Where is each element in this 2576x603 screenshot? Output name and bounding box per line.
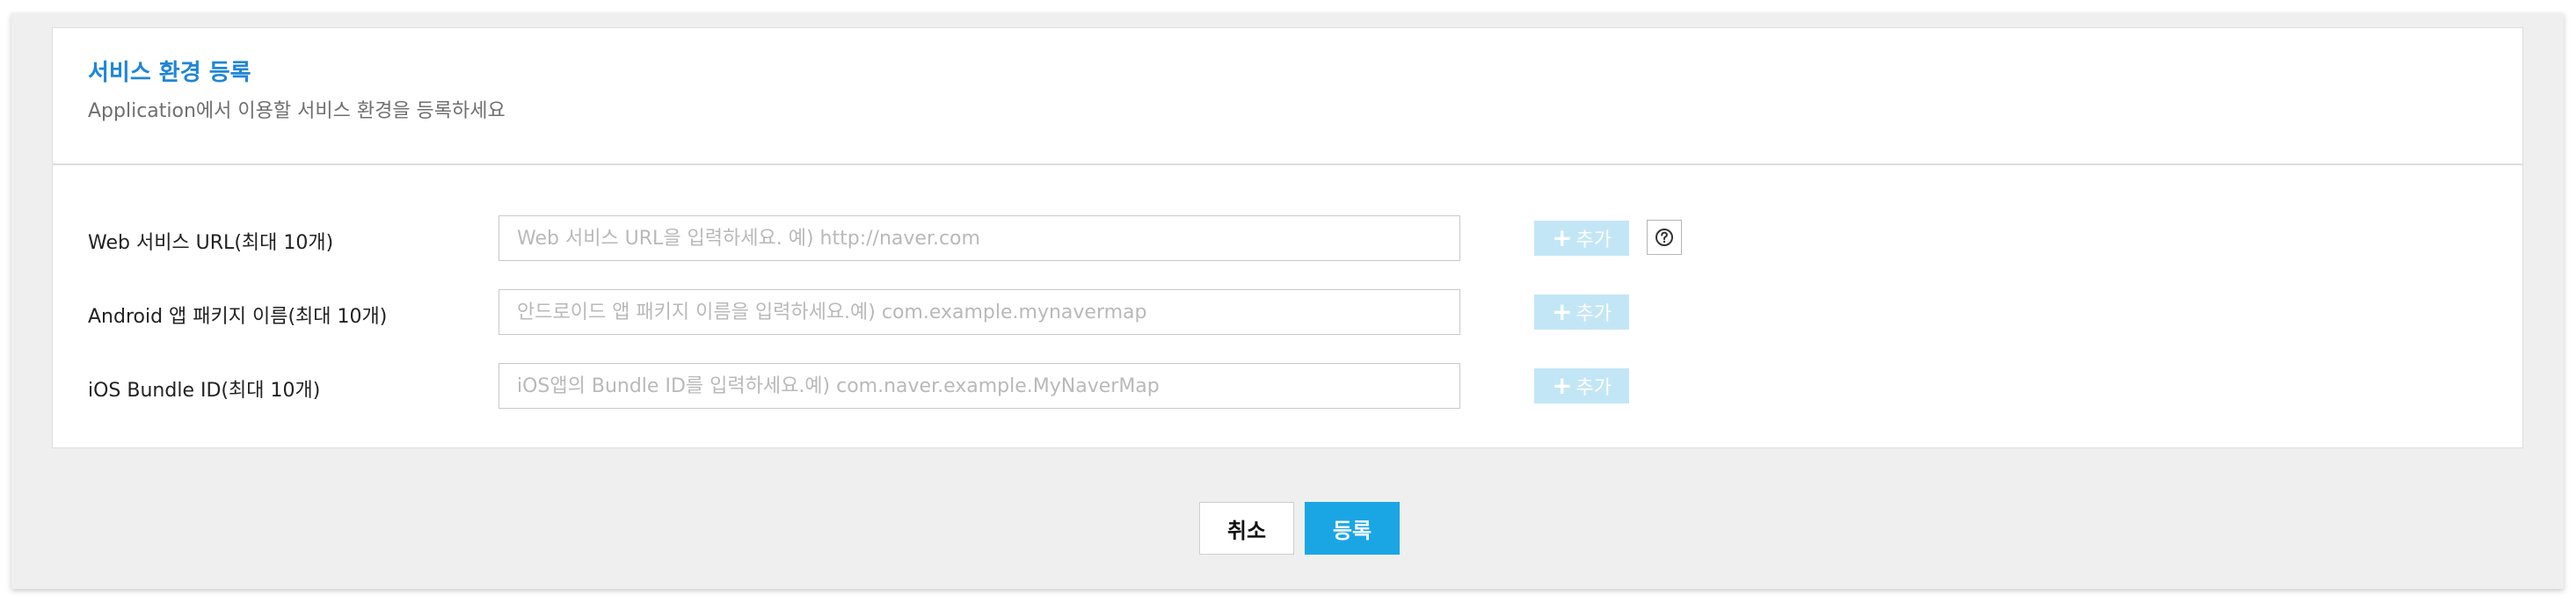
- web-url-help-button[interactable]: [1647, 220, 1682, 255]
- android-package-input[interactable]: [498, 289, 1460, 335]
- ios-bundle-input[interactable]: [498, 363, 1460, 409]
- add-button-label: 추가: [1575, 377, 1612, 399]
- web-url-label: Web 서비스 URL(최대 10개): [88, 232, 334, 254]
- add-web-url-button[interactable]: + 추가: [1534, 221, 1629, 256]
- service-environment-card: 서비스 환경 등록 Application에서 이용할 서비스 환경을 등록하세…: [52, 27, 2523, 448]
- android-package-row: Android 앱 패키지 이름(최대 10개) + 추가: [53, 289, 2522, 335]
- cancel-button[interactable]: 취소: [1199, 502, 1294, 555]
- add-button-label: 추가: [1575, 303, 1612, 325]
- section-title: 서비스 환경 등록: [88, 60, 251, 86]
- section-subtitle: Application에서 이용할 서비스 환경을 등록하세요: [88, 100, 506, 122]
- android-package-label: Android 앱 패키지 이름(최대 10개): [88, 306, 388, 328]
- ios-bundle-row: iOS Bundle ID(최대 10개) + 추가: [53, 363, 2522, 409]
- web-url-row: Web 서비스 URL(최대 10개) + 추가: [53, 215, 2522, 261]
- plus-icon: +: [1552, 297, 1573, 326]
- add-ios-bundle-button[interactable]: + 추가: [1534, 368, 1629, 403]
- ios-bundle-label: iOS Bundle ID(최대 10개): [88, 380, 321, 402]
- plus-icon: +: [1552, 223, 1573, 252]
- web-url-input[interactable]: [498, 215, 1460, 261]
- card-header: 서비스 환경 등록 Application에서 이용할 서비스 환경을 등록하세…: [53, 28, 2522, 165]
- add-button-label: 추가: [1575, 229, 1612, 251]
- form-panel: 서비스 환경 등록 Application에서 이용할 서비스 환경을 등록하세…: [11, 13, 2564, 589]
- submit-button[interactable]: 등록: [1305, 502, 1400, 555]
- question-circle-icon: [1655, 229, 1673, 246]
- plus-icon: +: [1552, 371, 1573, 400]
- add-android-package-button[interactable]: + 추가: [1534, 294, 1629, 330]
